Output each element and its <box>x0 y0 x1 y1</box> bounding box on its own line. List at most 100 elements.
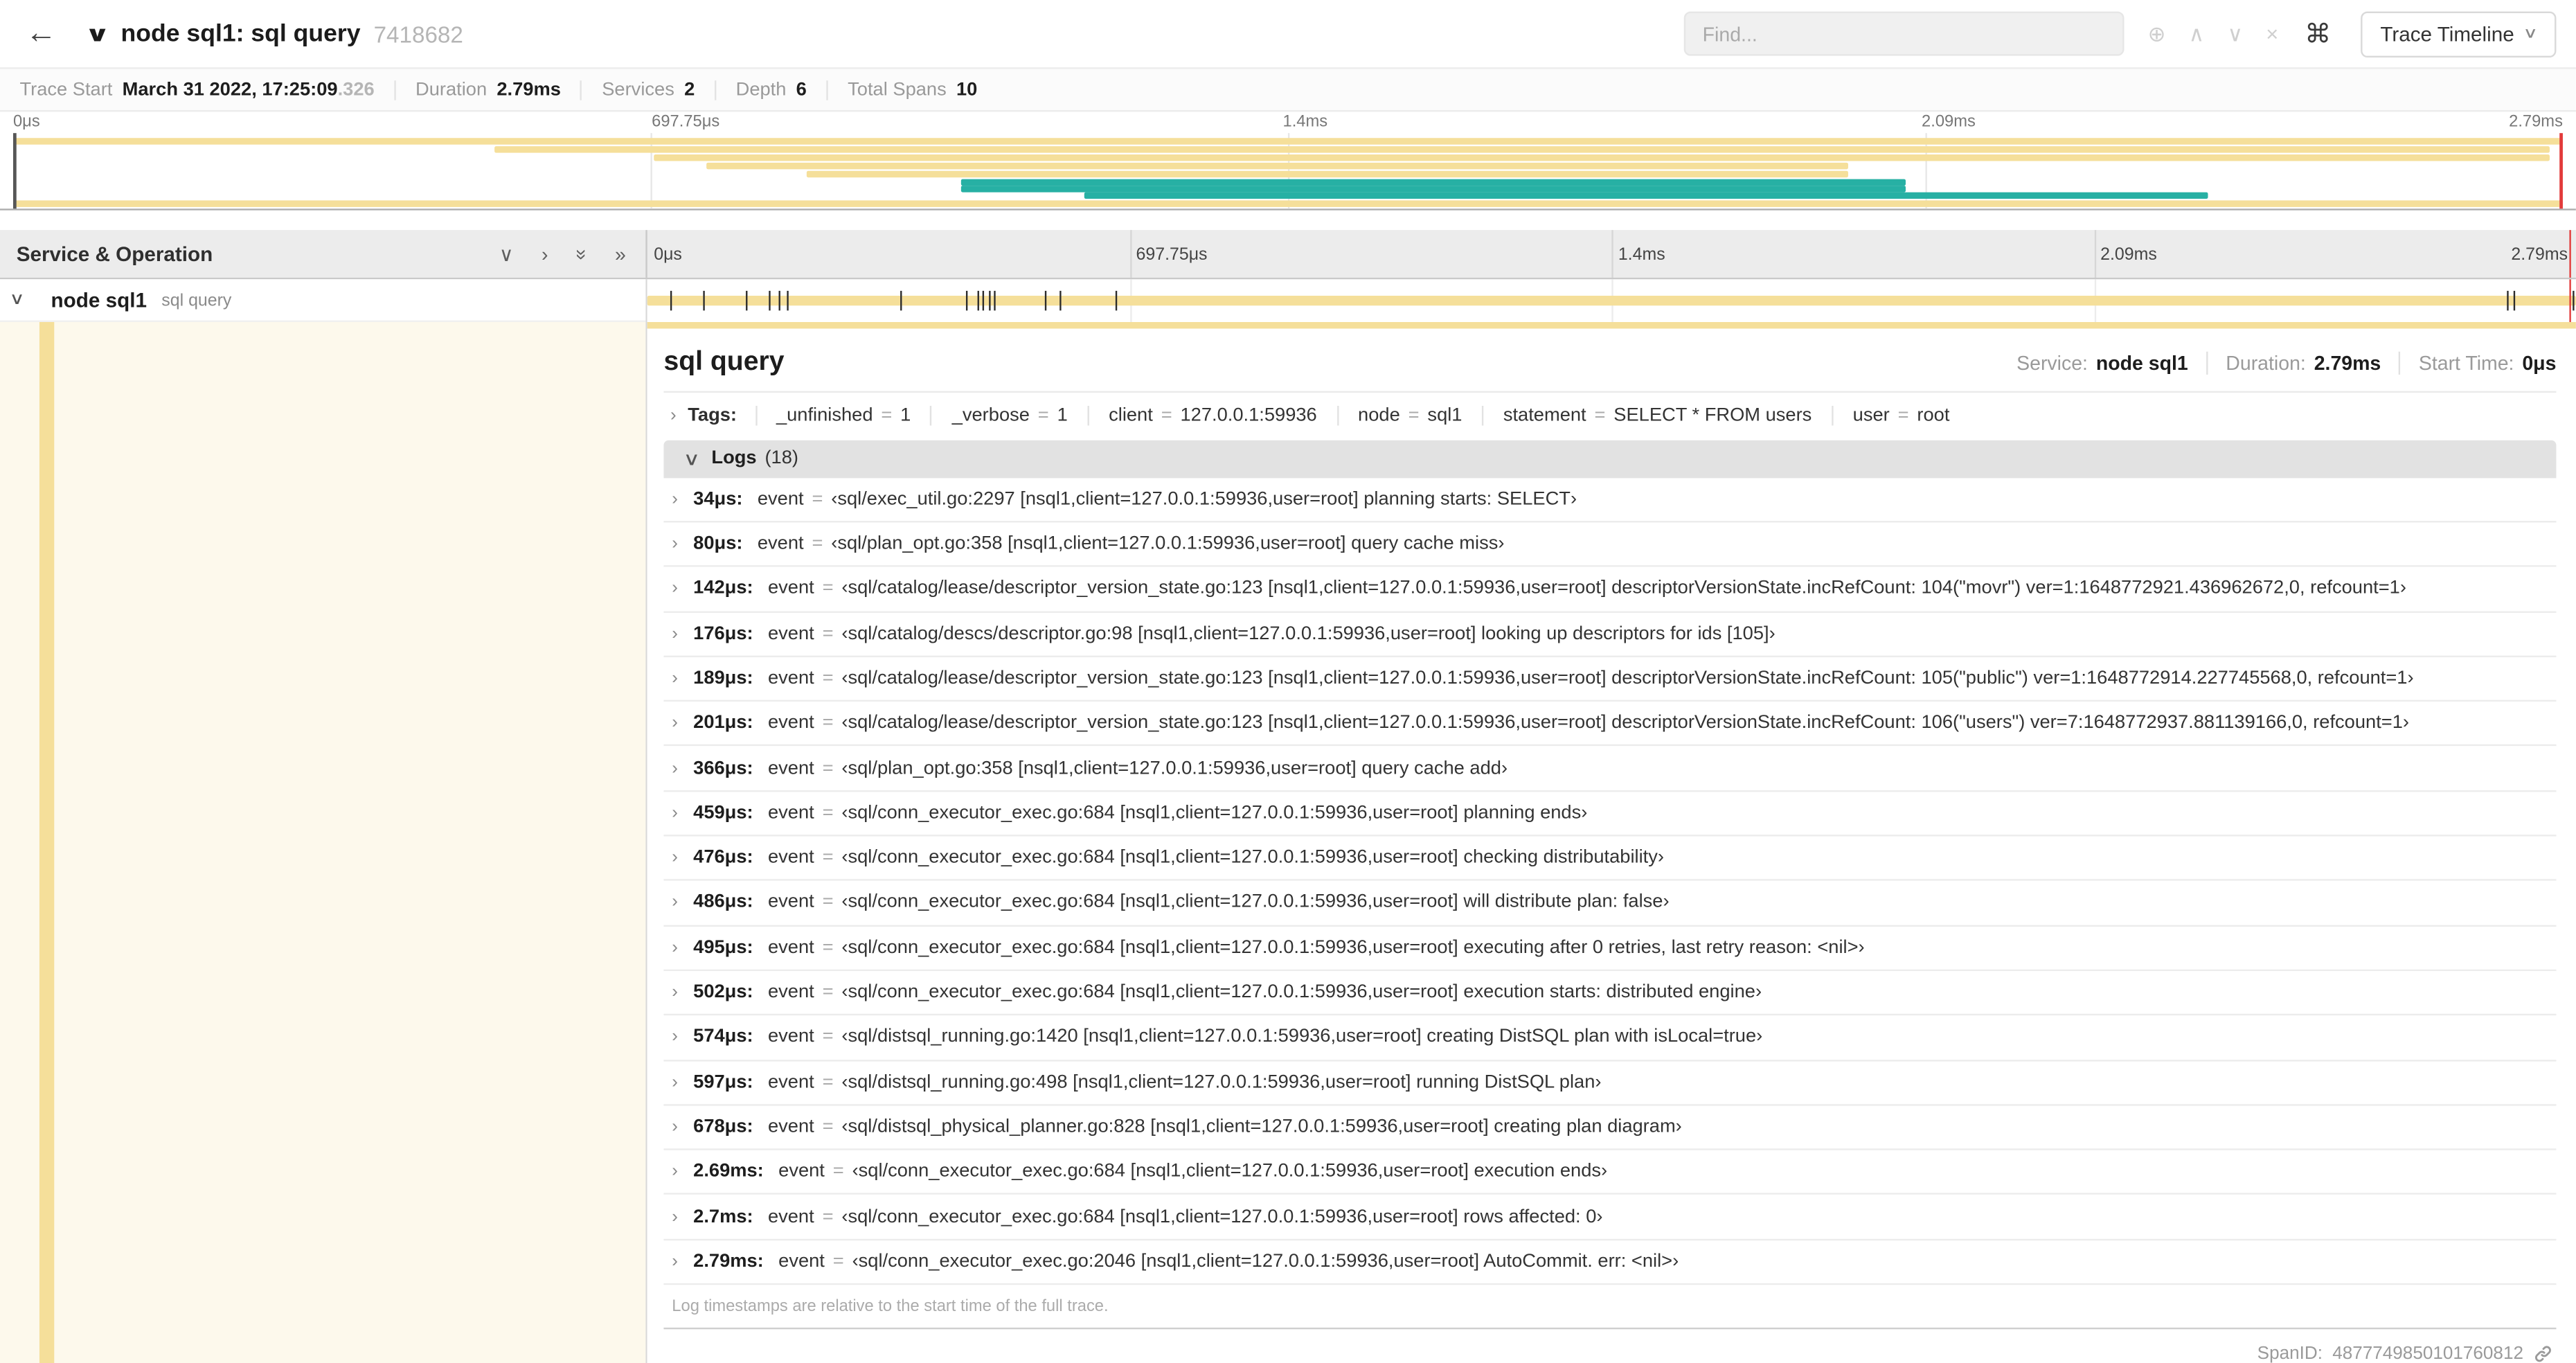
trace-view-label: Trace Timeline <box>2380 22 2514 46</box>
duration-group: Duration 2.79ms <box>394 80 561 100</box>
log-marker-tick <box>965 290 967 311</box>
log-row[interactable]: › 366μs: event = ‹sql/plan_opt.go:358 [n… <box>663 747 2557 792</box>
services-label: Services <box>602 80 674 100</box>
collapse-one-icon[interactable]: ∨ <box>499 242 514 265</box>
log-marker-tick <box>769 290 771 311</box>
log-row[interactable]: › 597μs: event = ‹sql/distsql_running.go… <box>663 1060 2557 1106</box>
log-row[interactable]: › 476μs: event = ‹sql/conn_executor_exec… <box>663 837 2557 882</box>
trace-view-dropdown[interactable]: Trace Timeline ∨ <box>2360 10 2557 57</box>
logs-label: Logs <box>711 449 757 469</box>
minimap-right-scrubber[interactable] <box>2559 133 2563 209</box>
tag-item: node = sql1 <box>1336 405 1482 425</box>
minimap-tick: 0μs <box>12 113 40 132</box>
trace-start-millis: .326 <box>337 80 375 100</box>
duration-value: 2.79ms <box>497 80 561 100</box>
equals-sign: = <box>1037 405 1049 425</box>
chevron-right-icon: › <box>672 713 679 733</box>
back-arrow-icon: ← <box>25 15 57 51</box>
log-row[interactable]: › 2.7ms: event = ‹sql/conn_executor_exec… <box>663 1195 2557 1240</box>
log-marker-tick <box>1044 290 1046 311</box>
log-marker-tick <box>778 290 780 311</box>
log-row[interactable]: › 486μs: event = ‹sql/conn_executor_exec… <box>663 881 2557 927</box>
equals-sign: = <box>812 534 823 554</box>
equals-sign: = <box>832 1161 844 1182</box>
minimap-span-bar <box>961 186 1905 193</box>
expand-one-icon[interactable]: › <box>542 242 548 265</box>
log-marker-tick <box>2514 290 2516 311</box>
span-color-accent <box>39 321 55 1363</box>
minimap-span-bar <box>806 170 1849 178</box>
log-row[interactable]: › 201μs: event = ‹sql/catalog/lease/desc… <box>663 702 2557 747</box>
log-row[interactable]: › 678μs: event = ‹sql/distsql_physical_p… <box>663 1105 2557 1150</box>
span-id-label: SpanID: <box>2257 1344 2323 1363</box>
zoom-to-match-icon[interactable]: ⊕ <box>2148 21 2166 47</box>
span-name-row[interactable]: ∨ node sql1 sql query <box>0 279 646 322</box>
log-marker-tick <box>1059 290 1062 311</box>
span-operation-name: sql query <box>161 289 232 310</box>
log-row[interactable]: › 2.69ms: event = ‹sql/conn_executor_exe… <box>663 1150 2557 1195</box>
trace-minimap[interactable] <box>0 133 2576 211</box>
logs-section-header[interactable]: ∨ Logs (18) <box>663 439 2557 478</box>
trace-body: ∨ node sql1 sql query sql query Service:… <box>0 279 2576 1363</box>
detail-start-time-label: Start Time: <box>2418 350 2514 375</box>
span-detail-card: sql query Service: node sql1 Duration: 2… <box>663 335 2557 1330</box>
next-result-icon[interactable]: ∨ <box>2227 21 2243 47</box>
trace-start-value: March 31 2022, 17:25:09 <box>122 80 338 100</box>
detail-top-accent <box>647 321 2576 328</box>
expand-all-icon[interactable]: » <box>615 242 626 265</box>
log-marker-tick <box>983 290 985 311</box>
duration-label: Duration <box>415 80 488 100</box>
equals-sign: = <box>822 1206 834 1227</box>
trace-start-group: Trace Start March 31 2022, 17:25:09 .326 <box>19 80 374 99</box>
log-marker-tick <box>670 290 672 311</box>
prev-result-icon[interactable]: ∧ <box>2189 21 2205 47</box>
minimap-span-bar <box>653 154 2550 161</box>
clear-search-icon[interactable]: × <box>2266 21 2278 46</box>
find-input[interactable] <box>1684 11 2125 56</box>
span-id-row: SpanID: 4877749850101760812 <box>663 1329 2556 1363</box>
keyboard-shortcuts-button[interactable]: ⌘ <box>2305 17 2331 50</box>
log-row[interactable]: › 34μs: event = ‹sql/exec_util.go:2297 [… <box>663 478 2557 523</box>
log-marker-tick <box>745 290 748 311</box>
log-row[interactable]: › 495μs: event = ‹sql/conn_executor_exec… <box>663 926 2557 971</box>
logs-note: Log timestamps are relative to the start… <box>672 1298 1109 1317</box>
log-row[interactable]: › 176μs: event = ‹sql/catalog/descs/desc… <box>663 612 2557 657</box>
minimap-tick: 1.4ms <box>1282 113 1328 132</box>
ruler-tick: 0μs <box>654 244 682 265</box>
tags-row[interactable]: › Tags: _unfinished = 1 _verbose = 1 cli… <box>663 400 2556 440</box>
minimap-left-scrubber[interactable] <box>12 133 17 209</box>
trace-title: node sql1: sql query <box>120 19 361 48</box>
trace-start-label: Trace Start <box>19 80 113 100</box>
chevron-right-icon: › <box>672 803 679 823</box>
trace-collapse-icon[interactable]: ∨ <box>84 21 111 47</box>
find-controls: ⊕ ∧ ∨ × <box>2148 21 2279 47</box>
log-row[interactable]: › 459μs: event = ‹sql/conn_executor_exec… <box>663 792 2557 837</box>
equals-sign: = <box>822 982 834 1003</box>
span-service-name: node sql1 <box>51 288 147 312</box>
log-row[interactable]: › 502μs: event = ‹sql/conn_executor_exec… <box>663 971 2557 1016</box>
equals-sign: = <box>822 848 834 868</box>
tags-label: Tags: <box>688 405 737 425</box>
tag-item: _unfinished = 1 <box>755 405 931 425</box>
log-marker-tick <box>1116 290 1118 311</box>
total-spans-group: Total Spans 10 <box>826 80 977 100</box>
log-row[interactable]: › 2.79ms: event = ‹sql/conn_executor_exe… <box>663 1240 2557 1285</box>
minimap-tick: 2.79ms <box>2509 113 2563 132</box>
minimap-span-bar <box>1084 192 2209 199</box>
back-button[interactable]: ← <box>17 16 66 52</box>
log-row[interactable]: › 80μs: event = ‹sql/plan_opt.go:358 [ns… <box>663 522 2557 568</box>
collapse-all-icon[interactable]: » <box>570 249 593 260</box>
log-row[interactable]: › 574μs: event = ‹sql/distsql_running.go… <box>663 1016 2557 1061</box>
span-bar-row[interactable] <box>647 279 2576 322</box>
equals-sign: = <box>1161 405 1172 425</box>
tag-item: _verbose = 1 <box>930 405 1087 425</box>
tag-item: client = 127.0.0.1:59936 <box>1087 405 1336 425</box>
detail-duration-label: Duration: <box>2226 350 2306 375</box>
log-row[interactable]: › 142μs: event = ‹sql/catalog/lease/desc… <box>663 567 2557 612</box>
span-toggle-icon[interactable]: ∨ <box>9 291 43 309</box>
trace-summary-bar: Trace Start March 31 2022, 17:25:09 .326… <box>0 67 2576 112</box>
log-row[interactable]: › 189μs: event = ‹sql/catalog/lease/desc… <box>663 657 2557 702</box>
link-icon[interactable] <box>2533 1344 2552 1363</box>
chevron-right-icon: › <box>672 1251 679 1272</box>
equals-sign: = <box>822 893 834 913</box>
